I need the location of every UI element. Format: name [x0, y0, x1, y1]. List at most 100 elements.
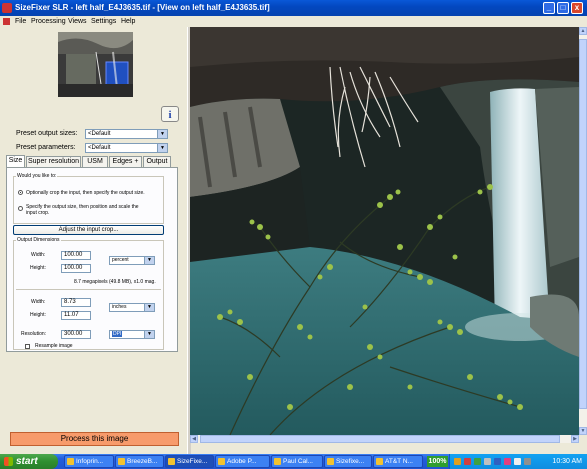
- image-view[interactable]: [190, 27, 579, 435]
- height-inches-label: Height:: [30, 312, 46, 318]
- document-icon[interactable]: [3, 18, 10, 25]
- maximize-button[interactable]: □: [557, 2, 569, 14]
- waterfall-photo: [190, 27, 579, 435]
- taskbar-item-label: Paul Cal...: [283, 458, 313, 465]
- vertical-scrollbar[interactable]: ▲ ▼: [579, 27, 587, 435]
- system-tray: 10:30 AM: [449, 454, 587, 469]
- preset-output-sizes-label: Preset output sizes:: [16, 130, 78, 137]
- width-inches-label: Width:: [31, 299, 46, 305]
- control-panel: i Preset output sizes: <Default ▼ Preset…: [0, 27, 187, 454]
- units-percent-select[interactable]: percent ▼: [109, 256, 155, 265]
- resolution-units-value: DPI: [112, 331, 123, 337]
- network-icon[interactable]: [484, 458, 491, 465]
- preset-output-sizes-select[interactable]: <Default ▼: [85, 129, 168, 139]
- app-icon: [327, 458, 334, 465]
- option-crop-first-radio[interactable]: [18, 190, 23, 195]
- tray-app-icon[interactable]: [464, 458, 471, 465]
- app-icon: [376, 458, 383, 465]
- tray-app-icon[interactable]: [504, 458, 511, 465]
- chevron-down-icon: ▼: [144, 304, 154, 311]
- units-percent-value: percent: [112, 257, 129, 263]
- menu-settings[interactable]: Settings: [91, 17, 116, 26]
- chevron-down-icon: ▼: [157, 130, 167, 138]
- scroll-right-icon[interactable]: ▶: [571, 435, 579, 443]
- navigator-thumbnail[interactable]: [58, 32, 133, 97]
- start-label: start: [16, 456, 38, 467]
- width-percent-label: Width:: [31, 252, 46, 258]
- option-size-first-label-2: input crop.: [26, 210, 50, 216]
- scroll-down-icon[interactable]: ▼: [579, 427, 587, 435]
- taskbar-item-att[interactable]: AT&T N...: [373, 455, 423, 468]
- tab-super-resolution[interactable]: Super resolution: [26, 156, 81, 167]
- horizontal-scroll-thumb[interactable]: [200, 435, 560, 443]
- taskbar-item-label: SizeFixe...: [177, 458, 208, 465]
- zoom-indicator[interactable]: 100%: [427, 456, 448, 467]
- speaker-icon[interactable]: [514, 458, 521, 465]
- taskbar: start Infoprin... BreezeB... SizeFixe...…: [0, 454, 587, 469]
- app-icon: [67, 458, 74, 465]
- title-bar: SizeFixer SLR - left half_E4J3635.tif - …: [0, 0, 587, 16]
- chevron-down-icon: ▼: [144, 257, 154, 264]
- preset-parameters-select[interactable]: <Default ▼: [85, 143, 168, 153]
- resample-label: Resample image: [35, 343, 73, 349]
- resolution-input[interactable]: 300.00: [61, 330, 91, 339]
- tray-app-icon[interactable]: [474, 458, 481, 465]
- scroll-up-icon[interactable]: ▲: [579, 27, 587, 35]
- info-icon[interactable]: i: [161, 106, 179, 122]
- chevron-down-icon: ▼: [144, 331, 154, 338]
- taskbar-item-label: BreezeB...: [127, 458, 158, 465]
- app-icon: [168, 458, 175, 465]
- preset-parameters-value: <Default: [88, 145, 111, 151]
- menu-help[interactable]: Help: [121, 17, 135, 26]
- option-size-first-radio[interactable]: [18, 206, 23, 211]
- option-crop-first-label: Optionally crop the input, then specify …: [26, 190, 145, 196]
- units-inches-select[interactable]: inches ▼: [109, 303, 155, 312]
- resolution-label: Resolution:: [21, 331, 47, 337]
- tray-app-icon[interactable]: [524, 458, 531, 465]
- menu-processing[interactable]: Processing: [31, 17, 66, 26]
- process-image-button[interactable]: Process this image: [10, 432, 179, 446]
- adjust-crop-button[interactable]: Adjust the input crop...: [13, 225, 164, 235]
- tab-usm[interactable]: USM: [82, 156, 108, 167]
- scroll-left-icon[interactable]: ◀: [190, 435, 198, 443]
- resample-checkbox[interactable]: [25, 344, 30, 349]
- taskbar-item-paul-cal[interactable]: Paul Cal...: [271, 455, 323, 468]
- close-button[interactable]: x: [571, 2, 583, 14]
- horizontal-scrollbar[interactable]: ◀ ▶: [190, 435, 579, 443]
- tab-output[interactable]: Output: [143, 156, 171, 167]
- taskbar-item-adobe-photoshop[interactable]: Adobe P...: [215, 455, 270, 468]
- shield-icon[interactable]: [454, 458, 461, 465]
- taskbar-item-sizefixer[interactable]: SizeFixe...: [165, 455, 214, 468]
- preset-output-sizes-value: <Default: [88, 131, 111, 137]
- resolution-units-select[interactable]: DPI ▼: [109, 330, 155, 339]
- menu-file[interactable]: File: [15, 17, 26, 26]
- app-icon: [218, 458, 225, 465]
- start-button[interactable]: start: [0, 454, 58, 469]
- height-percent-input[interactable]: 100.00: [61, 264, 91, 273]
- minimize-button[interactable]: _: [543, 2, 555, 14]
- app-icon: [118, 458, 125, 465]
- height-percent-label: Height:: [30, 265, 46, 271]
- tab-edges[interactable]: Edges +: [109, 156, 142, 167]
- tray-app-icon[interactable]: [494, 458, 501, 465]
- megapixels-readout: 8.7 megapixels (49.8 MB), x1.0 mag.: [74, 279, 156, 285]
- height-inches-input[interactable]: 11.07: [61, 311, 91, 320]
- taskbar-item-breezebrowser[interactable]: BreezeB...: [115, 455, 164, 468]
- scroll-corner: [579, 435, 587, 443]
- chevron-down-icon: ▼: [157, 144, 167, 152]
- taskbar-item-infoprint[interactable]: Infoprin...: [64, 455, 114, 468]
- size-tab-panel: Would you like to: Optionally crop the i…: [6, 167, 178, 352]
- units-inches-value: inches: [112, 304, 127, 310]
- taskbar-item-label: Adobe P...: [227, 458, 257, 465]
- width-percent-input[interactable]: 100.00: [61, 251, 91, 260]
- clock[interactable]: 10:30 AM: [552, 454, 582, 469]
- tab-size[interactable]: Size: [6, 155, 25, 167]
- width-inches-input[interactable]: 8.73: [61, 298, 91, 307]
- output-dimensions-label: Output Dimensions: [16, 237, 61, 243]
- taskbar-item-sizefixer-web[interactable]: Sizefixe...: [324, 455, 372, 468]
- vertical-scroll-thumb[interactable]: [579, 39, 587, 409]
- taskbar-item-label: AT&T N...: [385, 458, 413, 465]
- app-icon[interactable]: [2, 3, 12, 13]
- menu-views[interactable]: Views: [68, 17, 87, 26]
- question-label: Would you like to:: [16, 173, 58, 179]
